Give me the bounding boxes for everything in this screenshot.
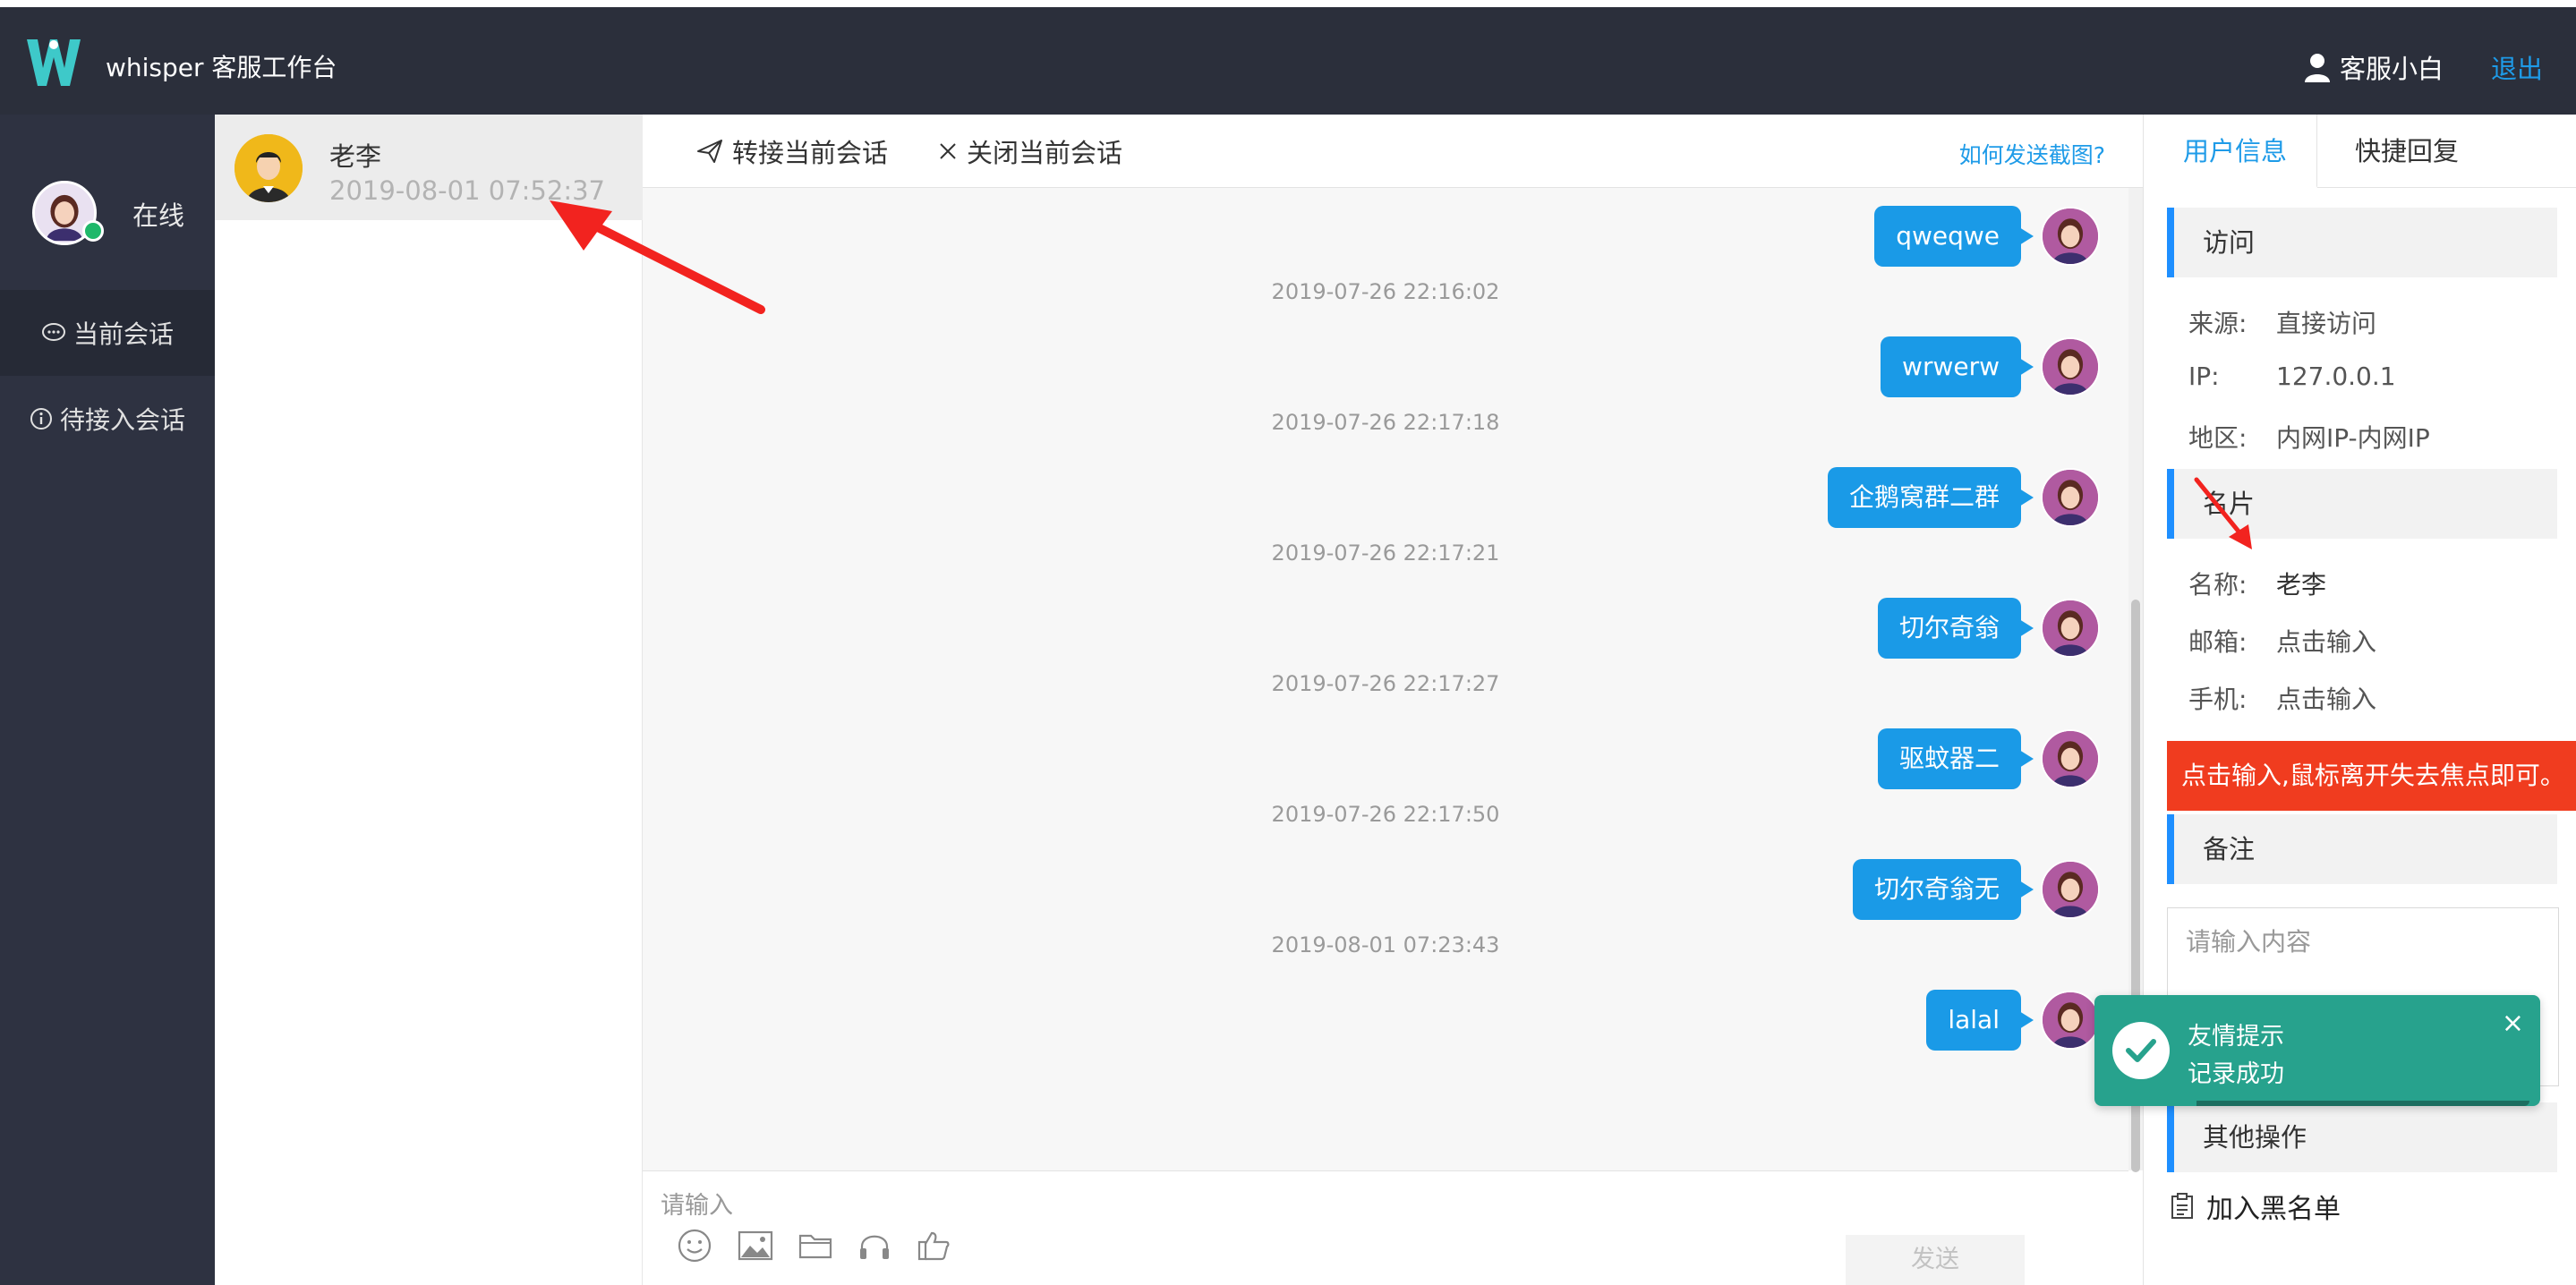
send-plane-icon [697, 140, 722, 163]
folder-icon[interactable] [798, 1231, 832, 1264]
tab-user-info[interactable]: 用户信息 [2144, 115, 2317, 188]
sidebar-item-label: 当前会话 [73, 319, 174, 349]
message-bubble[interactable]: qweqwe [1874, 206, 2034, 267]
clipboard-icon [2171, 1193, 2193, 1219]
agent-message-avatar [2041, 991, 2100, 1050]
toast-progress-bar [2196, 1101, 2529, 1106]
field-key: 邮箱: [2188, 627, 2248, 657]
top-header: whisper 客服工作台 客服小白 退出 [0, 7, 2576, 115]
agent-message-avatar [2041, 729, 2100, 788]
field-key: 手机: [2188, 685, 2248, 714]
visit-row-source: 来源: 直接访问 [2188, 304, 2376, 340]
agent-message-avatar [2041, 468, 2100, 527]
field-value: 直接访问 [2276, 309, 2377, 338]
screenshot-help-link[interactable]: 如何发送截图? [1959, 138, 2105, 170]
transfer-session-label: 转接当前会话 [732, 138, 889, 168]
conversation-list: 老李 2019-08-01 07:52:37 [215, 115, 643, 1285]
message-timestamp: 2019-07-26 22:17:18 [1271, 410, 1500, 435]
tab-quick-reply[interactable]: 快捷回复 [2355, 115, 2459, 188]
close-session-label: 关闭当前会话 [967, 138, 1123, 168]
input-toolbar [677, 1228, 951, 1267]
conversation-time: 2019-08-01 07:52:37 [329, 175, 605, 206]
user-icon [2305, 54, 2330, 82]
message-timestamp: 2019-07-26 22:17:27 [1271, 671, 1500, 696]
transfer-session-button[interactable]: 转接当前会话 [696, 132, 888, 170]
user-info-panel: 用户信息 快捷回复 访问 来源: 直接访问 IP: 127.0.0.1 地区: 内网I… [2143, 115, 2576, 1285]
tip-banner: 点击输入,鼠标离开失去焦点即可。 [2167, 741, 2576, 811]
send-button[interactable]: 发送 [1846, 1235, 2025, 1285]
success-toast: 友情提示 记录成功 × [2094, 995, 2540, 1106]
agent-message-avatar [2041, 860, 2100, 919]
other-actions-section-header: 其他操作 [2167, 1102, 2557, 1172]
left-sidebar: 在线 当前会话 待接入会话 [0, 115, 215, 1285]
headset-icon[interactable] [857, 1230, 891, 1265]
check-icon [2112, 1022, 2170, 1079]
app-title: whisper 客服工作台 [106, 53, 337, 82]
thumbs-up-icon[interactable] [917, 1230, 951, 1265]
message-timestamp: 2019-07-26 22:17:50 [1271, 802, 1500, 827]
current-agent-name[interactable]: 客服小白 [2340, 48, 2444, 86]
message-bubble[interactable]: 企鹅窝群二群 [1827, 467, 2034, 528]
agent-message-avatar [2041, 599, 2100, 658]
logout-link[interactable]: 退出 [2491, 48, 2543, 86]
agent-message-avatar [2041, 337, 2100, 396]
online-status-label[interactable]: 在线 [132, 195, 184, 233]
emoji-icon[interactable] [677, 1228, 712, 1267]
visit-section-header: 访问 [2167, 208, 2557, 277]
card-name-field[interactable]: 老李 [2276, 570, 2326, 600]
app-logo-icon [27, 39, 81, 86]
message-bubble[interactable]: lalal [1926, 990, 2034, 1051]
add-blacklist-button[interactable]: 加入黑名单 [2171, 1187, 2341, 1226]
message-bubble[interactable]: 驱蚊器二 [1877, 728, 2034, 789]
online-status-dot [82, 220, 104, 242]
page: whisper 客服工作台 客服小白 退出 在线 当前会话 待接入会话 老李 2… [0, 0, 2576, 1285]
chat-bubble-icon [41, 323, 65, 341]
sidebar-item-pending-sessions[interactable]: 待接入会话 [0, 376, 215, 462]
toast-close-button[interactable]: × [2502, 1008, 2524, 1039]
message-bubble[interactable]: 切尔奇翁 [1877, 598, 2034, 659]
field-value: 内网IP-内网IP [2276, 423, 2430, 453]
chat-panel: 转接当前会话 关闭当前会话 如何发送截图? qweqwe 2019-07-26 2… [643, 115, 2143, 1285]
add-blacklist-label: 加入黑名单 [2206, 1194, 2341, 1225]
conversation-customer-name: 老李 [329, 141, 382, 172]
card-section-header: 名片 [2167, 469, 2557, 539]
customer-avatar [235, 134, 303, 202]
remark-section-header: 备注 [2167, 814, 2557, 884]
field-value: 127.0.0.1 [2276, 362, 2396, 391]
field-key: 来源: [2188, 309, 2248, 338]
card-row-phone: 手机: 点击输入 [2188, 680, 2376, 716]
sidebar-item-current-sessions[interactable]: 当前会话 [0, 290, 215, 376]
toast-title: 友情提示 [2188, 1023, 2284, 1051]
agent-message-avatar [2041, 207, 2100, 266]
visit-row-ip: IP: 127.0.0.1 [2188, 362, 2396, 391]
card-row-email: 邮箱: 点击输入 [2188, 623, 2376, 659]
info-icon [30, 408, 52, 430]
field-key: 地区: [2188, 423, 2248, 453]
message-timestamp: 2019-07-26 22:16:02 [1271, 279, 1500, 304]
message-list[interactable]: qweqwe 2019-07-26 22:16:02 wrwerw 2019-07-2… [643, 188, 2128, 1170]
conversation-item[interactable]: 老李 2019-08-01 07:52:37 [215, 115, 643, 220]
toast-message: 记录成功 [2188, 1060, 2284, 1088]
card-phone-field[interactable]: 点击输入 [2276, 685, 2376, 714]
message-timestamp: 2019-07-26 22:17:21 [1271, 540, 1500, 566]
visit-row-region: 地区: 内网IP-内网IP [2188, 419, 2430, 455]
chat-toolbar: 转接当前会话 关闭当前会话 如何发送截图? [643, 115, 2143, 188]
message-timestamp: 2019-08-01 07:23:43 [1271, 932, 1500, 957]
close-session-button[interactable]: 关闭当前会话 [938, 132, 1122, 170]
card-email-field[interactable]: 点击输入 [2276, 627, 2376, 657]
field-key: IP: [2188, 362, 2220, 391]
info-tabs: 用户信息 快捷回复 [2144, 115, 2576, 188]
field-key: 名称: [2188, 570, 2248, 600]
message-bubble[interactable]: wrwerw [1881, 336, 2034, 397]
sidebar-item-label: 待接入会话 [59, 405, 185, 435]
message-bubble[interactable]: 切尔奇翁无 [1852, 859, 2034, 920]
close-icon [940, 143, 956, 159]
message-input[interactable] [661, 1187, 2093, 1223]
image-icon[interactable] [738, 1230, 773, 1265]
card-row-name: 名称: 老李 [2188, 566, 2326, 601]
